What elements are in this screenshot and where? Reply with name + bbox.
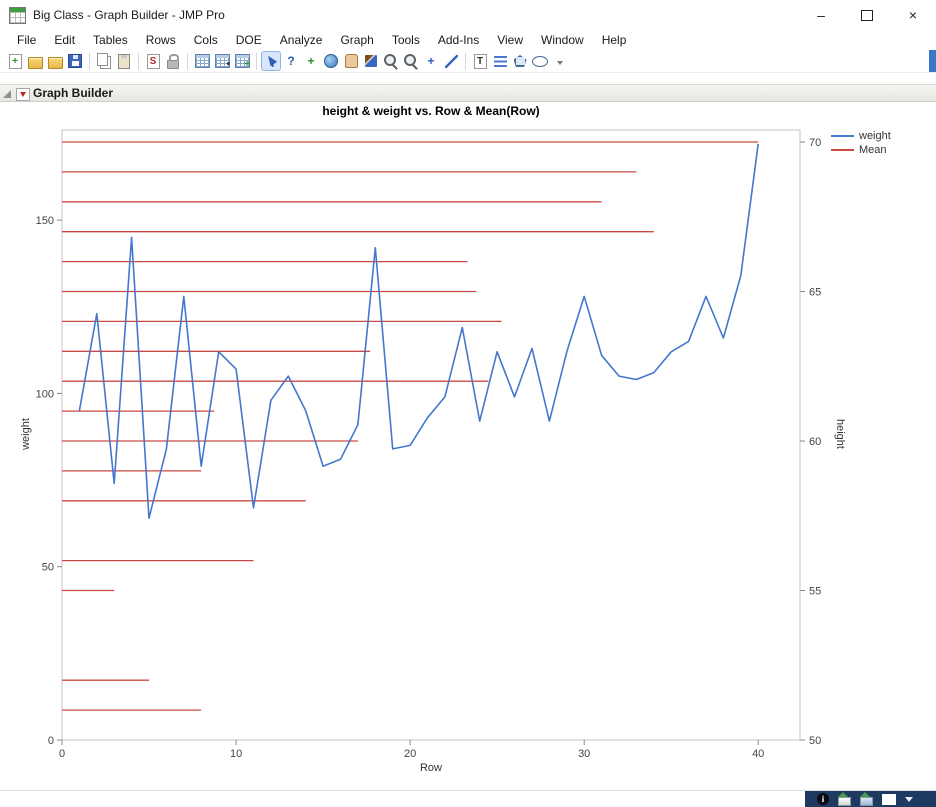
grabber-tool-icon[interactable]: [342, 52, 360, 70]
save-icon[interactable]: [66, 52, 84, 70]
help-tool-icon[interactable]: ?: [282, 52, 300, 70]
svg-text:70: 70: [809, 137, 821, 149]
svg-text:40: 40: [752, 748, 764, 760]
toolbar-edge-strip: [929, 50, 936, 72]
paste-icon[interactable]: [115, 52, 133, 70]
plot-area[interactable]: 0 10 20 30 40 0 50 100 150 50 55 60 65 70: [0, 102, 936, 790]
menu-item-edit[interactable]: Edit: [45, 31, 84, 49]
weight-line-swatch: [831, 135, 854, 137]
crosshair-tool-icon[interactable]: +: [302, 52, 320, 70]
brush-tool-icon[interactable]: [362, 52, 380, 70]
menu-item-tables[interactable]: Tables: [84, 31, 137, 49]
menu-item-help[interactable]: Help: [593, 31, 636, 49]
disclosure-triangle-icon[interactable]: [3, 90, 11, 98]
info-icon[interactable]: i: [817, 793, 829, 805]
report-header: Graph Builder: [0, 84, 936, 102]
lock-icon[interactable]: [164, 52, 182, 70]
menu-item-rows[interactable]: Rows: [137, 31, 185, 49]
svg-text:50: 50: [809, 735, 821, 747]
minimize-button[interactable]: –: [798, 0, 844, 30]
menu-bar: FileEditTablesRowsColsDOEAnalyzeGraphToo…: [0, 30, 936, 50]
window-controls: – ×: [798, 0, 936, 30]
red-triangle-menu-icon[interactable]: [16, 88, 30, 101]
toolbar-separator: [465, 53, 466, 70]
maximize-button[interactable]: [844, 0, 890, 30]
open-icon[interactable]: [26, 52, 44, 70]
text-annotation-icon[interactable]: T: [471, 52, 489, 70]
legend-label: Mean: [859, 144, 887, 156]
svg-text:65: 65: [809, 287, 821, 299]
svg-text:55: 55: [809, 586, 821, 598]
find-table-icon[interactable]: •: [213, 52, 231, 70]
toolbar-separator: [89, 53, 90, 70]
open-recent-icon[interactable]: [46, 52, 64, 70]
legend-label: weight: [859, 130, 891, 142]
window-manager-icon[interactable]: [860, 797, 873, 806]
oval-annotation-icon[interactable]: [531, 52, 549, 70]
add-table-icon[interactable]: +: [233, 52, 251, 70]
window-title: Big Class - Graph Builder - JMP Pro: [33, 8, 225, 22]
toolbar-overflow-icon[interactable]: [551, 52, 569, 70]
magnifier-tool-icon[interactable]: [402, 52, 420, 70]
script-icon[interactable]: S: [144, 52, 162, 70]
menu-item-analyze[interactable]: Analyze: [271, 31, 332, 49]
new-data-table-icon[interactable]: +: [6, 52, 24, 70]
close-button[interactable]: ×: [890, 0, 936, 30]
status-bar: i: [0, 790, 936, 806]
arrow-tool-icon[interactable]: [262, 52, 280, 70]
polygon-annotation-icon[interactable]: [511, 52, 529, 70]
svg-text:100: 100: [36, 388, 54, 400]
window-preview-icon[interactable]: [882, 794, 896, 805]
title-bar: Big Class - Graph Builder - JMP Pro – ×: [0, 0, 936, 30]
svg-text:50: 50: [42, 562, 54, 574]
menu-item-doe[interactable]: DOE: [227, 31, 271, 49]
line-annotation-icon[interactable]: [442, 52, 460, 70]
plus-tool-icon[interactable]: +: [422, 52, 440, 70]
svg-text:60: 60: [809, 436, 821, 448]
toolbar-separator: [187, 53, 188, 70]
graph-builder-chart[interactable]: height & weight vs. Row & Mean(Row) 0102…: [0, 102, 936, 790]
svg-text:0: 0: [59, 748, 65, 760]
copy-icon[interactable]: [95, 52, 113, 70]
maximize-icon: [861, 10, 873, 21]
x-axis-label[interactable]: Row: [62, 762, 800, 774]
toolbar: +S•+?++T: [0, 50, 936, 73]
caret-down-icon[interactable]: [905, 797, 913, 802]
menu-item-window[interactable]: Window: [532, 31, 593, 49]
data-table-icon[interactable]: [193, 52, 211, 70]
legend-item-mean[interactable]: Mean: [831, 143, 891, 157]
svg-text:30: 30: [578, 748, 590, 760]
menu-item-cols[interactable]: Cols: [185, 31, 227, 49]
menu-item-view[interactable]: View: [488, 31, 532, 49]
svg-text:10: 10: [230, 748, 242, 760]
svg-text:150: 150: [36, 215, 54, 227]
globe-tool-icon[interactable]: [322, 52, 340, 70]
mean-line-swatch: [831, 149, 854, 151]
menu-item-addins[interactable]: Add-Ins: [429, 31, 488, 49]
bars-annotation-icon[interactable]: [491, 52, 509, 70]
toolbar-separator: [138, 53, 139, 70]
svg-text:20: 20: [404, 748, 416, 760]
jmp-data-table-icon: [9, 7, 26, 24]
report-title: Graph Builder: [33, 86, 113, 100]
legend-item-weight[interactable]: weight: [831, 129, 891, 143]
home-window-icon[interactable]: [838, 797, 851, 806]
legend: weight Mean: [831, 129, 891, 157]
status-panel: i: [805, 791, 936, 807]
left-axis-label[interactable]: weight: [20, 404, 32, 464]
right-axis-label[interactable]: height: [834, 404, 846, 464]
svg-text:0: 0: [48, 735, 54, 747]
zoom-in-tool-icon[interactable]: [382, 52, 400, 70]
menu-item-file[interactable]: File: [8, 31, 45, 49]
menu-item-tools[interactable]: Tools: [383, 31, 429, 49]
menu-item-graph[interactable]: Graph: [331, 31, 382, 49]
toolbar-separator: [256, 53, 257, 70]
